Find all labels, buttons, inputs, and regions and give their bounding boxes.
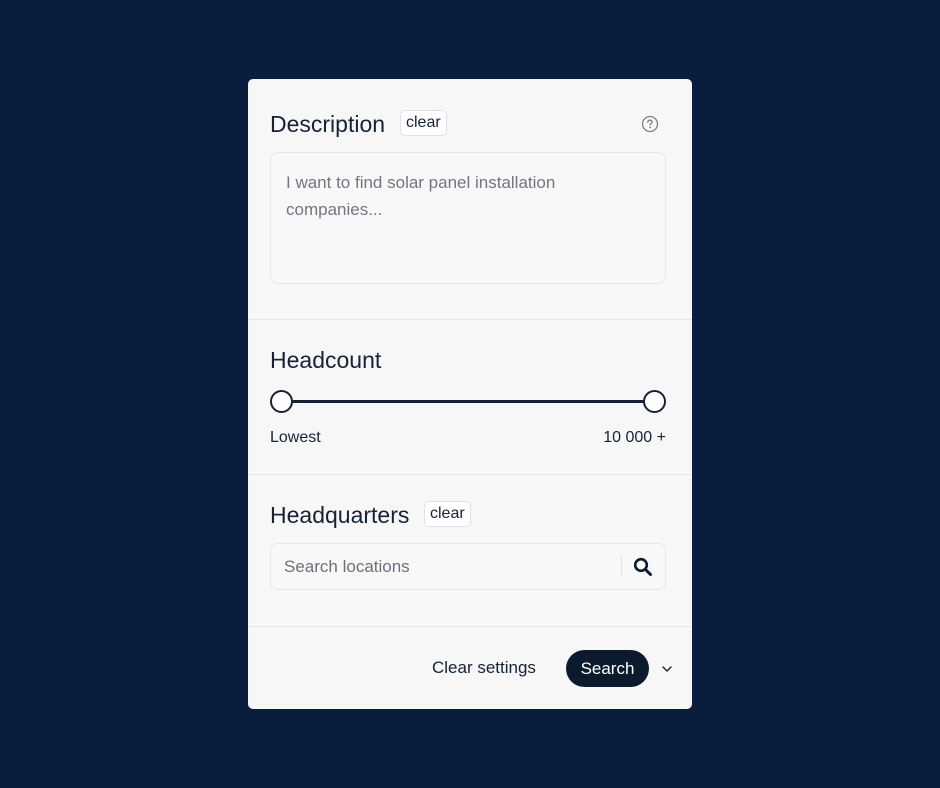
- divider: [248, 626, 692, 627]
- headcount-max-label: 10 000 +: [603, 429, 666, 446]
- search-separator: [621, 555, 622, 578]
- clear-settings-button[interactable]: Clear settings: [432, 658, 536, 678]
- description-clear-button[interactable]: clear: [400, 110, 447, 136]
- location-search-input[interactable]: [271, 544, 621, 589]
- location-search-box: [270, 543, 666, 590]
- slider-thumb-min[interactable]: [270, 390, 293, 413]
- search-button[interactable]: Search: [566, 650, 649, 687]
- headquarters-clear-button[interactable]: clear: [424, 501, 471, 527]
- headquarters-title: Headquarters: [270, 502, 410, 528]
- slider-thumb-max[interactable]: [643, 390, 666, 413]
- headcount-min-label: Lowest: [270, 429, 321, 446]
- divider: [248, 474, 692, 475]
- chevron-down-icon[interactable]: [661, 662, 673, 674]
- divider: [248, 319, 692, 320]
- description-textarea[interactable]: [270, 152, 666, 284]
- slider-track: [281, 400, 655, 403]
- magnifier-icon[interactable]: [632, 556, 654, 578]
- headcount-title: Headcount: [270, 347, 382, 373]
- description-title: Description: [270, 111, 386, 137]
- filter-panel: Description clear Headcount Lowest 10 00…: [248, 79, 692, 709]
- headcount-range-slider[interactable]: [270, 390, 666, 414]
- question-circle-icon[interactable]: [641, 115, 659, 133]
